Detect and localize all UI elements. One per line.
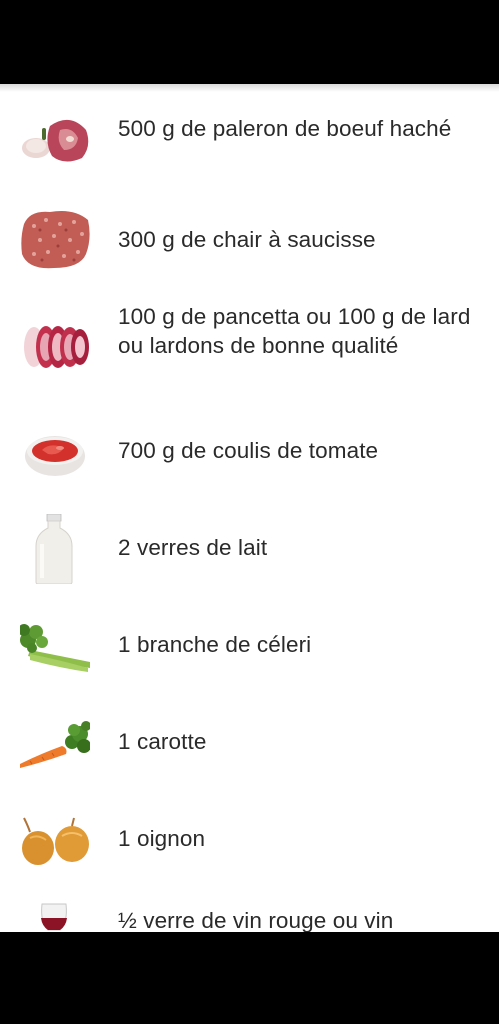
- navigation-bar: [0, 932, 499, 1024]
- ingredient-label: 1 carotte: [118, 729, 207, 754]
- ingredient-label: 300 g de chair à saucisse: [118, 227, 376, 252]
- ingredient-list[interactable]: 500 g de paleron de boeuf haché 300 g de…: [0, 84, 499, 932]
- pancetta-icon: [24, 326, 89, 368]
- carrot-icon: [20, 721, 90, 768]
- ingredient-label: 700 g de coulis de tomate: [118, 438, 379, 463]
- ingredient-label: 500 g de paleron de boeuf haché: [118, 116, 452, 141]
- header-shadow: [0, 84, 499, 92]
- milk-bottle-icon: [35, 514, 73, 584]
- ingredient-label: 2 verres de lait: [118, 535, 268, 560]
- beef-icon: [22, 119, 89, 162]
- ingredient-label: 100 g de pancetta ou 100 g de lard ou la…: [118, 304, 471, 358]
- ground-meat-icon: [21, 211, 90, 269]
- ingredient-label: 1 branche de céleri: [118, 632, 312, 657]
- ingredient-label: 1 oignon: [118, 826, 206, 851]
- wine-glass-icon: [41, 903, 67, 931]
- onion-icon: [22, 817, 89, 865]
- status-bar: [0, 0, 499, 84]
- celery-icon: [20, 624, 90, 672]
- tomato-sauce-icon: [25, 436, 85, 476]
- ingredient-label: ½ verre de vin rouge ou vin: [118, 908, 394, 932]
